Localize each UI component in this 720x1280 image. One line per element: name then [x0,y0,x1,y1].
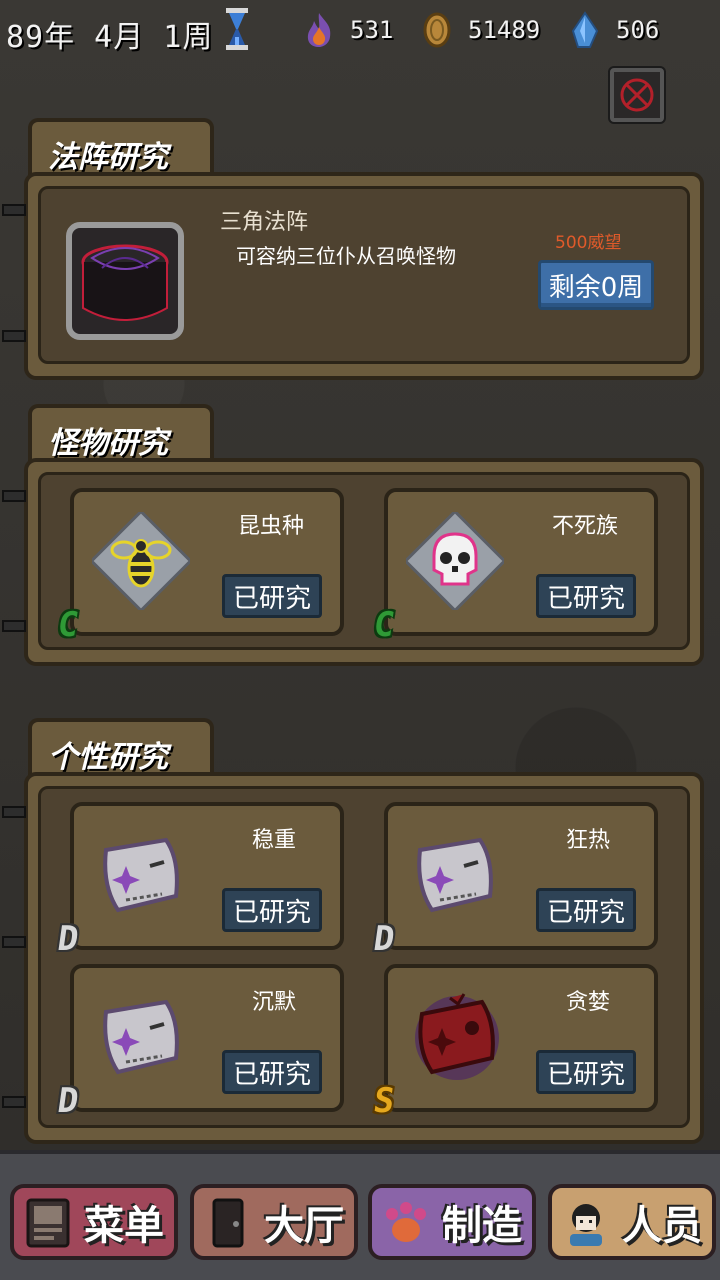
monster-card-undead[interactable]: 不死族 已研究 [384,488,658,636]
circle-cost: 500威望 [555,233,622,253]
circle-remaining-button[interactable]: 剩余0周 [538,260,654,310]
circle-name: 三角法阵 [220,210,309,235]
monster-card-insect[interactable]: 昆虫种 已研究 [70,488,344,636]
nav-staff-label: 人员 [622,1203,702,1249]
fire-value: 531 [350,16,394,44]
door-icon [212,1198,244,1248]
nav-hall-button[interactable]: 大厅 [190,1184,358,1260]
fire-icon [307,13,331,47]
red-mask-icon [415,993,499,1080]
personality-card-greedy[interactable]: 贪婪 已研究 [384,964,658,1112]
researched-button[interactable]: 已研究 [536,574,636,618]
monster-card-name: 昆虫种 [238,514,305,539]
coin-value: 51489 [468,16,541,44]
tab-personality-research: 个性研究 [28,718,214,778]
tab-monster-research: 怪物研究 [28,404,214,464]
grade-badge: S [370,1081,398,1121]
crystal-value: 506 [616,16,660,44]
personality-card-name: 贪婪 [566,990,611,1015]
grade-badge: D [54,919,82,959]
fire-resource: 531 [302,10,393,50]
researched-button[interactable]: 已研究 [222,1050,322,1094]
nav-menu-button[interactable]: 菜单 [10,1184,178,1260]
crystal-resource: 506 [568,10,659,50]
grade-badge: C [54,605,82,645]
panel-peg [2,936,26,948]
nav-menu-label: 菜单 [84,1203,164,1249]
game-date: 89年 4月 1周 [6,20,214,55]
researched-button[interactable]: 已研究 [222,574,322,618]
bee-icon [92,512,190,610]
personality-card-fanatic[interactable]: 狂热 已研究 [384,802,658,950]
crystal-icon [571,11,599,48]
mask-icon [417,837,493,913]
triangle-circle-icon [81,244,169,321]
panel-peg [2,1096,26,1108]
triangle-circle-image [66,222,184,340]
panel-peg [2,806,26,818]
hourglass-icon [226,8,248,50]
mask-icon [103,837,179,913]
nav-craft-label: 制造 [442,1203,522,1249]
tab-circle-research: 法阵研究 [28,118,214,178]
mask-icon [103,999,179,1075]
grade-badge: C [370,605,398,645]
personality-card-name: 稳重 [252,828,297,853]
close-button[interactable] [610,68,664,122]
craft-paw-icon [386,1202,426,1242]
close-icon [620,78,654,112]
panel-peg [2,620,26,632]
circle-description: 可容纳三位仆从召唤怪物 [236,244,456,268]
researched-button[interactable]: 已研究 [536,888,636,932]
monster-card-name: 不死族 [552,514,619,539]
personality-card-silent[interactable]: 沉默 已研究 [70,964,344,1112]
researched-button[interactable]: 已研究 [222,888,322,932]
status-bar: 89年 4月 1周 531 51489 506 [0,0,720,60]
panel-peg [2,330,26,342]
nav-staff-button[interactable]: 人员 [548,1184,716,1260]
coin-icon [423,12,451,48]
panel-peg [2,490,26,502]
nav-craft-button[interactable]: 制造 [368,1184,536,1260]
personality-card-name: 狂热 [566,828,611,853]
person-icon [570,1204,602,1246]
researched-button[interactable]: 已研究 [536,1050,636,1094]
grade-badge: D [54,1081,82,1121]
personality-card-steady[interactable]: 稳重 已研究 [70,802,344,950]
nav-hall-label: 大厅 [264,1203,344,1249]
coin-resource: 51489 [420,10,540,50]
bottom-navigation: 菜单 大厅 制造 人员 [0,1150,720,1280]
panel-peg [2,204,26,216]
skull-icon [406,512,504,610]
personality-card-name: 沉默 [252,990,297,1015]
menu-book-icon [26,1198,70,1248]
grade-badge: D [370,919,398,959]
